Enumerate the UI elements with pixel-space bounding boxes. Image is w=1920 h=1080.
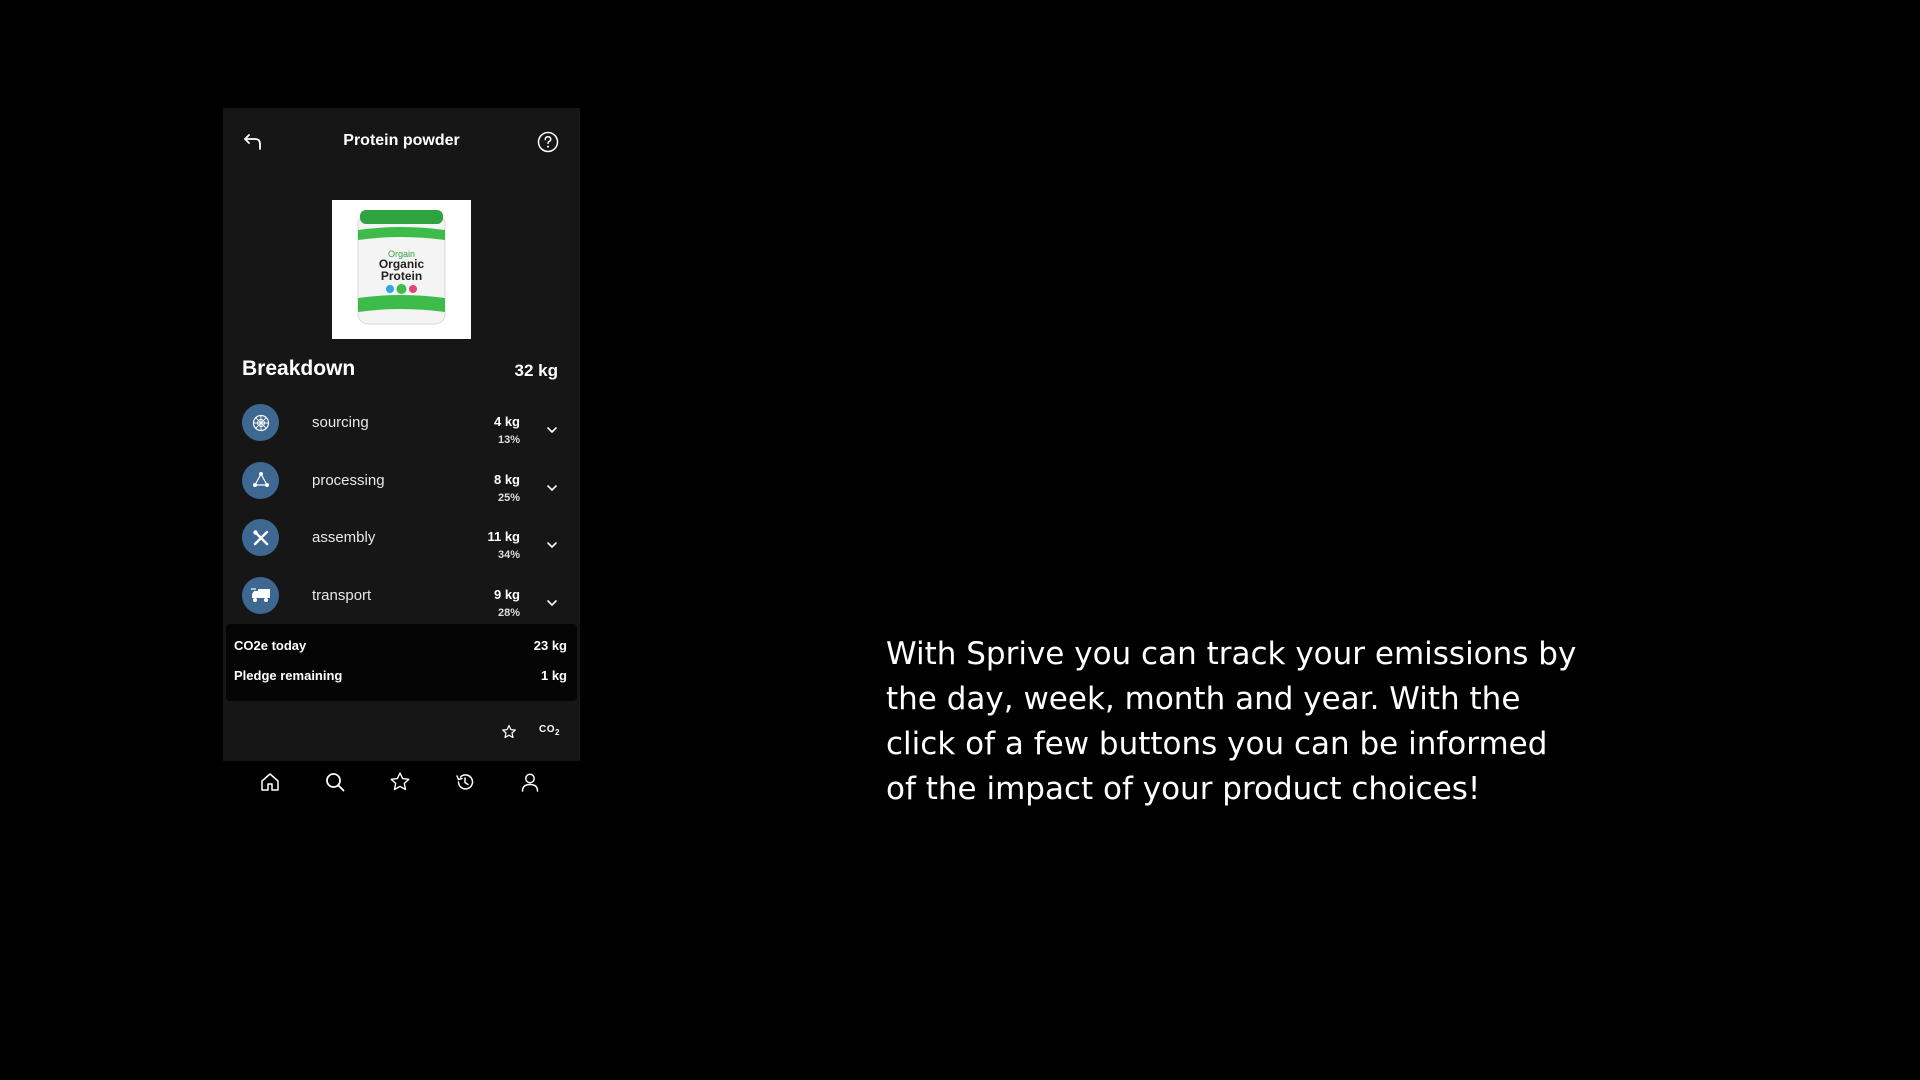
- breakdown-total: 32 kg: [514, 361, 558, 380]
- stage: Protein powder Orgain Organic Protein Br…: [0, 0, 1920, 1080]
- row-kg: 11 kg: [487, 529, 520, 544]
- row-kg: 8 kg: [493, 471, 520, 487]
- chevron-down-icon[interactable]: [544, 422, 560, 438]
- pledge-remaining-value: 1 kg: [540, 668, 567, 683]
- breakdown-row-assembly[interactable]: assembly 11 kg 34%: [223, 519, 580, 577]
- star-icon[interactable]: [388, 770, 412, 794]
- breakdown-list: sourcing 4 kg 13% processing 8 kg 25% as…: [223, 404, 580, 634]
- co2-button[interactable]: CO2: [539, 724, 560, 737]
- favorite-star-icon[interactable]: [501, 724, 517, 740]
- profile-icon[interactable]: [518, 770, 542, 794]
- row-label: processing: [312, 471, 385, 489]
- caption-text: With Sprive you can track your emissions…: [886, 636, 1577, 807]
- row-percent: 34%: [497, 549, 520, 561]
- co2-button-subscript: 2: [555, 728, 560, 737]
- search-icon[interactable]: [323, 770, 347, 794]
- truck-icon: [242, 576, 279, 614]
- row-percent: 13%: [497, 434, 520, 446]
- svg-text:Protein: Protein: [381, 269, 422, 283]
- emissions-summary-card: CO2e today 23 kg Pledge remaining 1 kg: [226, 624, 577, 701]
- row-label: transport: [312, 586, 372, 604]
- row-kg: 4 kg: [493, 414, 520, 429]
- chevron-down-icon[interactable]: [544, 537, 560, 553]
- page-title: Protein powder: [343, 132, 460, 149]
- assembly-icon: [242, 519, 279, 556]
- row-label: sourcing: [312, 414, 369, 431]
- pledge-remaining-label: Pledge remaining: [234, 668, 343, 683]
- sourcing-icon: [242, 404, 279, 441]
- help-circle-icon[interactable]: [536, 130, 560, 154]
- row-label: assembly: [312, 529, 376, 546]
- header-bar: Protein powder: [223, 108, 580, 178]
- processing-icon: [242, 461, 279, 499]
- app-screen: Protein powder Orgain Organic Protein Br…: [223, 108, 580, 761]
- breakdown-row-sourcing[interactable]: sourcing 4 kg 13%: [223, 404, 580, 462]
- home-icon[interactable]: [258, 770, 282, 794]
- breakdown-row-processing[interactable]: processing 8 kg 25%: [223, 461, 580, 520]
- row-percent: 28%: [497, 606, 520, 619]
- bottom-nav: [223, 761, 580, 801]
- history-icon[interactable]: [453, 770, 477, 794]
- row-percent: 25%: [497, 491, 520, 504]
- co2-button-label: CO: [539, 724, 555, 735]
- product-image: Orgain Organic Protein: [332, 200, 471, 339]
- chevron-down-icon[interactable]: [544, 595, 560, 611]
- chevron-down-icon[interactable]: [544, 480, 560, 496]
- row-kg: 9 kg: [493, 586, 520, 602]
- co2-today-label: CO2e today: [234, 638, 307, 653]
- breakdown-title: Breakdown: [242, 357, 356, 380]
- co2-today-value: 23 kg: [533, 638, 567, 653]
